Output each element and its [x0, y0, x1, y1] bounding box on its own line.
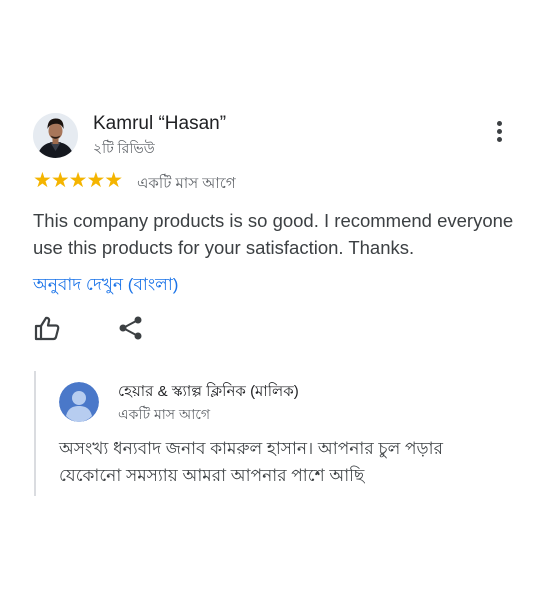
owner-avatar	[59, 382, 99, 422]
thumbs-up-icon[interactable]	[33, 314, 61, 342]
translate-link[interactable]: অনুবাদ দেখুন (বাংলা)	[33, 272, 178, 300]
owner-reply-date: একটি মাস আগে	[118, 406, 211, 422]
owner-name: হেয়ার & স্ক্যাল্প ক্লিনিক (মালিক)	[118, 383, 299, 400]
star-rating: ★★★★★	[33, 169, 123, 192]
owner-reply-text: অসংখ্য ধন্যবাদ জনাব কামরুল হাসান। আপনার …	[59, 439, 443, 485]
more-options-icon[interactable]	[489, 118, 509, 154]
review-date: একটি মাস আগে	[137, 175, 236, 192]
owner-reply: হেয়ার & স্ক্যাল্প ক্লিনিক (মালিক) একটি …	[34, 371, 526, 496]
review-text: This company products is so good. I reco…	[33, 210, 514, 258]
review-card: Kamrul “Hasan” ২টি রিভিউ ★★★★★ একটি মাস …	[0, 0, 550, 600]
share-icon[interactable]	[118, 315, 144, 341]
reviewer-review-count[interactable]: ২টি রিভিউ	[93, 137, 155, 161]
reviewer-avatar[interactable]	[33, 113, 78, 158]
reviewer-name[interactable]: Kamrul “Hasan”	[93, 113, 226, 135]
